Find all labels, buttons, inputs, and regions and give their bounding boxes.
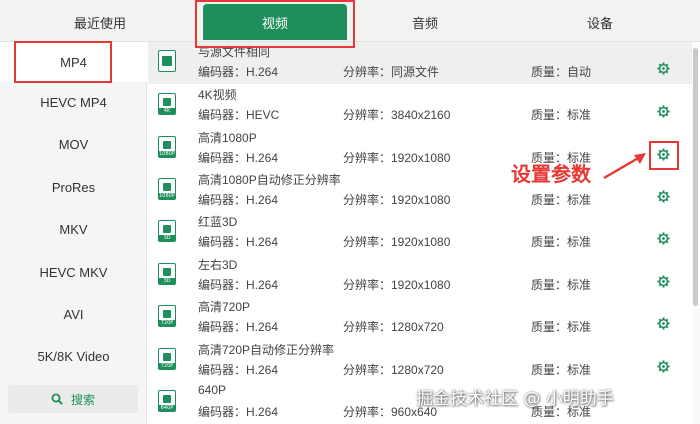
format-name: 4K视频 — [198, 88, 237, 102]
format-quality: 质量：标准 — [531, 235, 592, 249]
format-encoder: 编码器：H.264 — [198, 193, 279, 207]
settings-gear-icon[interactable] — [657, 190, 670, 203]
format-quality: 质量：标准 — [531, 363, 592, 377]
search-button[interactable]: 搜索 — [8, 385, 138, 413]
tab-video[interactable]: 视频 — [203, 4, 347, 40]
format-resolution: 分辨率：1280x720 — [343, 363, 444, 377]
format-name: 左右3D — [198, 258, 238, 272]
sidebar-item-5k-8k-video[interactable]: 5K/8K Video — [0, 336, 147, 376]
sidebar-item-hevc-mkv[interactable]: HEVC MKV — [0, 252, 147, 292]
video-format-icon: 1080P — [158, 178, 176, 200]
annotation-set-parameters: 设置参数 — [511, 162, 591, 186]
format-encoder: 编码器：H.264 — [198, 278, 279, 292]
format-row[interactable]: 720P 高清720P自动修正分辨率 编码器：H.264 分辨率：1280x720 质量… — [148, 340, 692, 382]
format-quality: 质量：标准 — [531, 278, 592, 292]
format-resolution: 分辨率：1920x1080 — [343, 193, 451, 207]
format-quality: 质量：标准 — [531, 108, 592, 122]
format-encoder: 编码器：H.264 — [198, 363, 279, 377]
format-encoder: 编码器：H.264 — [198, 151, 279, 165]
annotation-arrow-icon — [603, 153, 646, 180]
format-name: 与源文件相同 — [198, 45, 271, 59]
format-quality: 质量：标准 — [531, 193, 592, 207]
settings-gear-icon[interactable] — [657, 275, 670, 288]
video-format-icon: 4K — [158, 93, 176, 115]
format-row[interactable]: 720P 高清720P 编码器：H.264 分辨率：1280x720 质量：标准 — [148, 297, 692, 339]
format-row[interactable]: 4K 4K视频编码器：HEVC 分辨率：3840x2160 质量：标准 — [148, 85, 692, 127]
tab-device[interactable]: 设备 — [500, 4, 700, 40]
format-row[interactable]: 3D 红蓝3D 编码器：H.264 分辨率：1920x1080 质量：标准 — [148, 212, 692, 254]
format-preset-list: 与源文件相同 编码器：H.264 分辨率：同源文件 质量：自动 4K 4K视频编码器：HE… — [148, 42, 692, 424]
format-name: 640P — [198, 383, 227, 397]
video-format-icon: 720P — [158, 305, 176, 327]
format-encoder: 编码器：HEVC — [198, 108, 280, 122]
settings-gear-icon[interactable] — [657, 62, 670, 75]
format-name: 高清1080P — [198, 131, 257, 145]
format-resolution: 分辨率：1280x720 — [343, 320, 444, 334]
format-quality: 质量：自动 — [531, 65, 592, 79]
format-resolution: 分辨率：1920x1080 — [343, 235, 451, 249]
settings-gear-icon[interactable] — [657, 360, 670, 373]
format-row[interactable]: 3D 左右3D 编码器：H.264 分辨率：1920x1080 质量：标准 — [148, 255, 692, 297]
format-encoder: 编码器：H.264 — [198, 235, 279, 249]
sidebar-item-mkv[interactable]: MKV — [0, 209, 147, 249]
settings-gear-icon[interactable] — [657, 232, 670, 245]
video-format-icon: 3D — [158, 220, 176, 242]
sidebar-item-mov[interactable]: MOV — [0, 124, 147, 164]
video-format-icon: 1080P — [158, 136, 176, 158]
format-resolution: 分辨率：1920x1080 — [343, 278, 451, 292]
format-row[interactable]: 与源文件相同 编码器：H.264 分辨率：同源文件 质量：自动 — [148, 42, 692, 84]
settings-gear-icon[interactable] — [657, 148, 670, 161]
format-name: 高清720P — [198, 300, 251, 314]
format-encoder: 编码器：H.264 — [198, 65, 279, 79]
video-format-icon: 640P — [158, 390, 176, 412]
format-resolution: 分辨率：同源文件 — [343, 65, 440, 79]
format-category-tabs: 最近使用 视频 音频 设备 — [0, 0, 700, 42]
format-resolution: 分辨率：3840x2160 — [343, 108, 451, 122]
tab-audio[interactable]: 音频 — [350, 4, 500, 40]
format-resolution: 分辨率：1920x1080 — [343, 151, 451, 165]
video-format-icon — [158, 50, 176, 72]
format-name: 高清1080P自动修正分辨率 — [198, 173, 341, 187]
video-format-icon: 720P — [158, 348, 176, 370]
sidebar-item-hevc-mp4[interactable]: HEVC MP4 — [0, 82, 147, 122]
watermark: 掘金技术社区 @ 小明助手 — [416, 389, 614, 409]
format-sidebar: MP4 HEVC MP4 MOV ProRes MKV HEVC MKV AVI… — [0, 42, 147, 424]
format-encoder: 编码器：H.264 — [198, 320, 279, 334]
format-quality: 质量：标准 — [531, 320, 592, 334]
tab-recent[interactable]: 最近使用 — [0, 4, 200, 40]
sidebar-item-prores[interactable]: ProRes — [0, 167, 147, 207]
settings-gear-icon[interactable] — [657, 105, 670, 118]
search-icon — [51, 393, 63, 405]
video-format-icon: 3D — [158, 263, 176, 285]
list-scrollbar-thumb[interactable] — [693, 48, 698, 306]
sidebar-item-avi[interactable]: AVI — [0, 294, 147, 334]
format-name: 红蓝3D — [198, 215, 238, 229]
format-encoder: 编码器：H.264 — [198, 405, 279, 419]
settings-gear-icon[interactable] — [657, 317, 670, 330]
sidebar-item-mp4[interactable]: MP4 — [0, 42, 147, 82]
format-name: 高清720P自动修正分辨率 — [198, 343, 335, 357]
search-button-label: 搜索 — [70, 392, 95, 407]
